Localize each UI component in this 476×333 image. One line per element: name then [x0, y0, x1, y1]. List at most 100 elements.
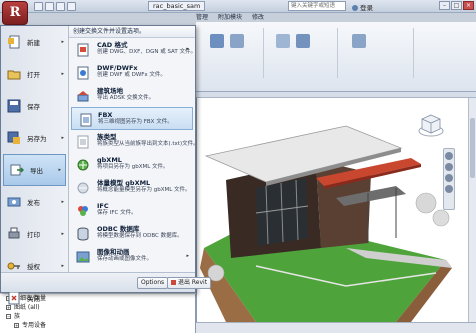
- zoom-icon[interactable]: [445, 163, 453, 171]
- family-types-icon: [75, 134, 90, 149]
- export-option-title: 体量模型 gbXML: [97, 179, 151, 187]
- fbx-icon: [78, 112, 93, 127]
- ribbon-panel: [196, 22, 476, 92]
- export-option-dwf[interactable]: DWF/DWFx 创建 DWF 或 DWFx 文件。: [69, 61, 195, 84]
- export-submenu-header: 创建交换文件并设置选项。: [69, 26, 195, 38]
- app-menu-item-save-as[interactable]: 另存为 ▸: [1, 122, 68, 154]
- export-option-family-types[interactable]: 族类型 将族类型从当前族导出到文本(.txt)文件。: [69, 130, 195, 153]
- ribbon-group: [268, 28, 338, 78]
- export-option-cad-formats[interactable]: CAD 格式 创建 DWG、DXF、DGN 或 SAT 文件。 ▸: [69, 38, 195, 61]
- export-option-description: 将概念能量模型另存为 gbXML 文件。: [97, 187, 191, 193]
- app-menu-item-label: 发布: [27, 199, 40, 207]
- orbit-icon[interactable]: [445, 174, 453, 182]
- app-menu-item-new[interactable]: 新建 ▸: [1, 26, 68, 58]
- export-option-description: 将三维视图另存为 FBX 文件。: [98, 119, 173, 125]
- export-option-gbxml[interactable]: gbXML 将项目另存为 gbXML 文件。: [69, 153, 195, 176]
- export-option-fbx[interactable]: FBX 将三维视图另存为 FBX 文件。: [71, 107, 193, 130]
- gbxml-icon: [75, 157, 90, 172]
- export-option-title: 族类型: [97, 133, 117, 141]
- document-title: rac_basic_sam: [148, 1, 206, 11]
- title-bar: rac_basic_sam 键入关键字或短语 登录 – □ ×: [0, 0, 476, 13]
- submenu-arrow-icon: ▸: [186, 253, 189, 259]
- submenu-arrow-icon: ▸: [61, 135, 64, 141]
- qat-open-icon[interactable]: [34, 2, 43, 11]
- qat-undo-icon[interactable]: [56, 2, 65, 11]
- app-menu-item-label: 新建: [27, 39, 40, 47]
- export-submenu: CAD 格式 创建 DWG、DXF、DGN 或 SAT 文件。 ▸ DWF/DWFx 创…: [69, 38, 195, 274]
- vertical-scrollbar[interactable]: [468, 98, 476, 322]
- ribbon-group: [344, 28, 414, 78]
- options-button[interactable]: Options: [137, 277, 169, 289]
- application-menu-button[interactable]: R: [2, 1, 28, 25]
- save-icon: [7, 99, 21, 113]
- browser-item[interactable]: + 专用设备: [0, 321, 195, 330]
- ribbon-tabs: 管理 附加模块 修改: [196, 13, 264, 22]
- save-as-icon: [7, 131, 21, 145]
- search-input[interactable]: 键入关键字或短语: [288, 1, 346, 11]
- ribbon-group: [204, 28, 264, 78]
- export-option-description: 将项目另存为 gbXML 文件。: [97, 164, 169, 170]
- app-menu-item-label: 保存: [27, 103, 40, 111]
- qat-redo-icon[interactable]: [67, 2, 76, 11]
- tab-modify[interactable]: 修改: [252, 13, 264, 22]
- export-option-title: 建筑场地: [97, 87, 123, 95]
- scrollbar-thumb[interactable]: [470, 118, 475, 178]
- export-option-description: 导出 ADSK 交换文件。: [97, 95, 155, 101]
- steering-wheel-icon[interactable]: [445, 152, 453, 160]
- qat-save-icon[interactable]: [45, 2, 54, 11]
- export-option-description: 创建 DWG、DXF、DGN 或 SAT 文件。: [97, 49, 195, 55]
- export-option-description: 保存 IFC 文件。: [97, 210, 137, 216]
- app-menu-item-export[interactable]: 导出 ▸: [3, 154, 66, 186]
- login-button[interactable]: 登录: [352, 2, 373, 12]
- user-icon: [352, 5, 358, 11]
- export-option-title: IFC: [97, 202, 109, 210]
- ribbon-tool-icon[interactable]: [296, 34, 310, 48]
- export-icon: [10, 163, 24, 177]
- window-controls: – □ ×: [439, 1, 474, 10]
- expand-icon[interactable]: +: [14, 323, 19, 328]
- app-menu-commands: 新建 ▸ 打开 ▸ 保存另存为 ▸ 导出 ▸ 发布 ▸ 打印 ▸ 授权 ▸ 关闭: [1, 26, 69, 305]
- export-option-odbc[interactable]: ODBC 数据库 将模型数据保存到 ODBC 数据库。: [69, 222, 195, 245]
- exit-revit-button[interactable]: 退出 Revit: [167, 277, 212, 289]
- viewcube[interactable]: [418, 112, 444, 140]
- collapse-icon[interactable]: −: [6, 314, 11, 319]
- new-icon: [7, 35, 21, 49]
- export-option-ifc[interactable]: IFC 保存 IFC 文件。: [69, 199, 195, 222]
- app-menu-item-publish[interactable]: 发布 ▸: [1, 186, 68, 218]
- submenu-arrow-icon: ▸: [61, 199, 64, 205]
- app-menu-item-label: 授权: [27, 263, 40, 271]
- ribbon-tool-icon[interactable]: [230, 34, 244, 48]
- tree: [415, 192, 437, 214]
- submenu-arrow-icon: ▸: [61, 39, 64, 45]
- print-icon: [7, 227, 21, 241]
- export-option-title: DWF/DWFx: [97, 64, 138, 72]
- export-option-images-animations[interactable]: 图像和动画 保存动画或图像文件。 ▸: [69, 245, 195, 268]
- pan-icon[interactable]: [445, 185, 453, 193]
- login-label: 登录: [360, 4, 373, 12]
- export-option-description: 将模型数据保存到 ODBC 数据库。: [97, 233, 183, 239]
- submenu-arrow-icon: ▸: [186, 46, 189, 52]
- app-menu-item-open[interactable]: 打开 ▸: [1, 58, 68, 90]
- maximize-button[interactable]: □: [451, 1, 462, 10]
- export-option-building-site[interactable]: 建筑场地 导出 ADSK 交换文件。: [69, 84, 195, 107]
- app-menu-item-print[interactable]: 打印 ▸: [1, 218, 68, 250]
- app-menu-item-label: 关闭: [27, 295, 40, 303]
- mass-gbxml-icon: [75, 180, 90, 195]
- odbc-icon: [75, 226, 90, 241]
- viewcube-icon[interactable]: [418, 112, 444, 138]
- view-control-bar: [196, 322, 476, 333]
- close-button[interactable]: ×: [463, 1, 474, 10]
- tab-manage[interactable]: 管理: [196, 13, 208, 22]
- export-option-mass-gbxml[interactable]: 体量模型 gbXML 将概念能量模型另存为 gbXML 文件。: [69, 176, 195, 199]
- ribbon-tool-icon[interactable]: [210, 34, 224, 48]
- ifc-icon: [75, 203, 90, 218]
- minimize-button[interactable]: –: [439, 1, 450, 10]
- submenu-arrow-icon: ▸: [61, 71, 64, 77]
- export-option-title: ODBC 数据库: [97, 225, 140, 233]
- ribbon-tool-icon[interactable]: [352, 34, 366, 48]
- publish-icon: [7, 195, 21, 209]
- app-menu-item-save[interactable]: 保存: [1, 90, 68, 122]
- app-menu-item-label: 打开: [27, 71, 40, 79]
- ribbon-tool-icon[interactable]: [276, 34, 290, 48]
- tab-add-ins[interactable]: 附加模块: [218, 13, 242, 22]
